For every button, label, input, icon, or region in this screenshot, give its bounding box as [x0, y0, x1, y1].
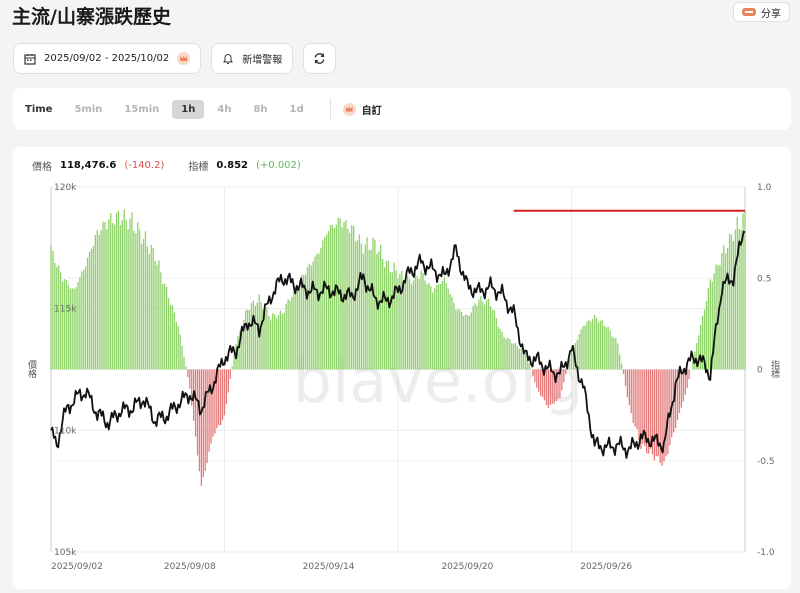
- crown-icon: [342, 102, 356, 116]
- custom-label: 自訂: [361, 105, 382, 117]
- left-tick-label: 110k: [54, 426, 77, 436]
- tab-4h[interactable]: 4h: [217, 104, 231, 115]
- refresh-button[interactable]: [303, 43, 337, 74]
- right-tick-label: 0.5: [757, 274, 771, 284]
- x-tick-label: 2025/09/08: [164, 562, 216, 572]
- tab-1d[interactable]: 1d: [290, 104, 304, 115]
- add-alert-label: 新增警報: [242, 55, 283, 66]
- left-tick-label: 115k: [54, 305, 77, 315]
- index-label: 指標: [188, 162, 209, 173]
- tab-5min[interactable]: 5min: [74, 104, 102, 115]
- right-tick-label: 1.0: [757, 183, 772, 193]
- share-button[interactable]: 分享: [733, 2, 790, 22]
- index-value: 0.852: [216, 160, 248, 171]
- refresh-icon: [314, 53, 325, 64]
- share-icon: [742, 8, 756, 16]
- chart-legend: 價格 118,476.6 (-140.2) 指標 0.852 (+0.002): [32, 158, 301, 173]
- right-axis-title: 指標: [769, 360, 779, 378]
- left-tick-label: 120k: [54, 183, 77, 193]
- crown-icon: [177, 52, 191, 65]
- time-label: Time: [25, 103, 53, 115]
- tab-15min[interactable]: 15min: [124, 104, 159, 115]
- right-tick-label: -0.5: [757, 457, 775, 467]
- divider: [329, 98, 331, 120]
- chart-card: blave.org 120k 115k 110k 105k 1.0 0.5 0 -0.5 -1.0…: [13, 147, 791, 589]
- right-tick-label: -1.0: [757, 548, 775, 558]
- left-axis-title: 價格: [26, 360, 36, 378]
- tab-1h[interactable]: 1h: [172, 99, 205, 119]
- page-title: 主流/山寨漲跌歷史: [12, 6, 171, 28]
- index-change: (+0.002): [256, 160, 301, 171]
- x-tick-label: 2025/09/02: [51, 562, 103, 572]
- x-tick-label: 2025/09/14: [303, 562, 355, 572]
- control-row: 2025/09/02 - 2025/10/02 新增警報: [13, 43, 337, 74]
- right-tick-label: 0: [757, 366, 763, 376]
- timeframe-bar: Time 5min 15min 1h 4h 8h 1d 自訂: [13, 88, 791, 130]
- x-tick-label: 2025/09/20: [441, 562, 493, 572]
- add-alert-button[interactable]: 新增警報: [211, 43, 294, 74]
- chart-canvas[interactable]: blave.org120k115k110k105k1.00.50-0.5-1.0…: [13, 147, 791, 589]
- custom-timeframe-button[interactable]: 自訂: [342, 102, 382, 117]
- price-label: 價格: [32, 162, 52, 173]
- left-tick-label: 105k: [54, 548, 77, 558]
- calendar-icon: [24, 53, 36, 65]
- price-value: 118,476.6: [60, 160, 117, 171]
- bell-icon: [223, 53, 234, 64]
- date-range-text: 2025/09/02 - 2025/10/02: [44, 53, 170, 64]
- share-label: 分享: [761, 8, 781, 20]
- tab-8h[interactable]: 8h: [253, 104, 267, 115]
- date-range-picker[interactable]: 2025/09/02 - 2025/10/02: [13, 43, 202, 74]
- price-change: (-140.2): [124, 160, 165, 171]
- x-tick-label: 2025/09/26: [580, 562, 632, 572]
